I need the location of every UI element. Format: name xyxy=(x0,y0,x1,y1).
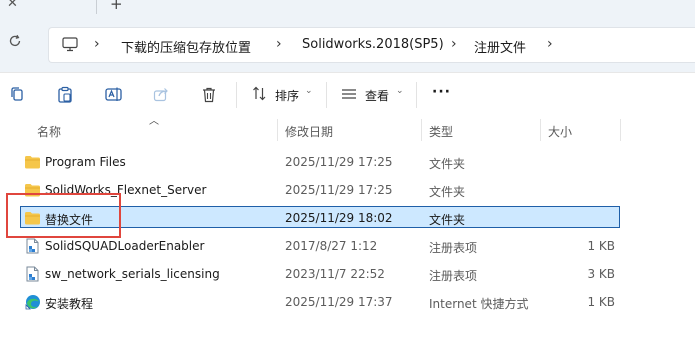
toolbar-divider xyxy=(236,82,237,108)
column-divider[interactable] xyxy=(277,119,278,141)
tab-divider xyxy=(96,0,97,14)
share-icon xyxy=(153,88,168,102)
breadcrumb-downloads[interactable]: 下载的压缩包存放位置 xyxy=(121,37,251,56)
registry-file-icon xyxy=(26,238,39,254)
file-type: 文件夹 xyxy=(429,157,466,171)
file-date: 2023/11/7 22:52 xyxy=(285,267,385,281)
view-dropdown-chevron-icon[interactable]: ⌄ xyxy=(396,86,404,96)
breadcrumb-separator: › xyxy=(276,36,282,52)
breadcrumb-expand-chevron[interactable]: › xyxy=(547,36,553,52)
view-list-icon xyxy=(341,86,357,105)
this-pc-icon[interactable] xyxy=(62,37,78,56)
file-size: 1 KB xyxy=(587,295,615,309)
more-options-button[interactable]: ··· xyxy=(432,84,451,100)
clipboard-icon xyxy=(58,86,72,103)
rename-button[interactable] xyxy=(105,86,122,106)
file-size: 3 KB xyxy=(587,267,615,281)
column-header-name[interactable]: 名称 xyxy=(37,123,61,140)
file-type: 文件夹 xyxy=(429,185,466,199)
sort-ascending-caret-icon: ︿ xyxy=(149,116,159,127)
column-divider[interactable] xyxy=(620,119,621,141)
file-date: 2025/11/29 18:02 xyxy=(285,211,393,225)
file-name: 安装教程 xyxy=(45,297,94,311)
column-header-date[interactable]: 修改日期 xyxy=(285,123,333,140)
view-button[interactable]: 查看 xyxy=(365,87,389,104)
file-date: 2017/8/27 1:12 xyxy=(285,239,378,253)
toolbar-divider xyxy=(416,82,417,108)
file-type: 注册表项 xyxy=(429,241,478,255)
breadcrumb-registration-files[interactable]: 注册文件 xyxy=(474,37,526,56)
new-tab-button[interactable]: + xyxy=(110,0,123,13)
file-size: 1 KB xyxy=(587,239,615,253)
share-button[interactable] xyxy=(153,86,169,106)
rename-icon xyxy=(105,87,122,101)
sort-button[interactable]: 排序 xyxy=(275,87,299,104)
folder-icon xyxy=(25,156,40,169)
file-date: 2025/11/29 17:25 xyxy=(285,183,393,197)
file-name: sw_network_serials_licensing xyxy=(45,267,220,281)
delete-button[interactable] xyxy=(201,86,217,107)
close-tab-icon[interactable]: ✕ xyxy=(7,0,18,11)
refresh-icon xyxy=(9,34,21,47)
edge-shortcut-icon xyxy=(25,295,40,310)
file-type: 文件夹 xyxy=(429,213,466,227)
file-date: 2025/11/29 17:25 xyxy=(285,155,393,169)
refresh-button[interactable] xyxy=(8,34,22,52)
sort-icon xyxy=(252,86,267,105)
tab-strip xyxy=(0,0,695,20)
breadcrumb-separator: › xyxy=(94,36,100,52)
file-name: Program Files xyxy=(45,155,126,169)
column-divider[interactable] xyxy=(540,119,541,141)
paste-button[interactable] xyxy=(57,86,73,107)
sort-dropdown-chevron-icon[interactable]: ⌄ xyxy=(305,86,313,96)
copy-icon xyxy=(11,87,23,101)
column-divider[interactable] xyxy=(421,119,422,141)
annotation-highlight-box xyxy=(6,193,121,238)
breadcrumb-separator: › xyxy=(451,36,457,52)
column-header-type[interactable]: 类型 xyxy=(429,123,453,140)
file-type: Internet 快捷方式 xyxy=(429,297,529,311)
file-date: 2025/11/29 17:37 xyxy=(285,295,393,309)
breadcrumb-solidworks[interactable]: Solidworks.2018(SP5) xyxy=(302,37,444,52)
file-type: 注册表项 xyxy=(429,269,478,283)
toolbar-divider xyxy=(326,82,327,108)
column-header-size[interactable]: 大小 xyxy=(548,123,572,140)
file-name: SolidSQUADLoaderEnabler xyxy=(45,239,205,253)
registry-file-icon xyxy=(26,266,39,282)
trash-icon xyxy=(203,87,215,103)
copy-button[interactable] xyxy=(9,86,25,106)
